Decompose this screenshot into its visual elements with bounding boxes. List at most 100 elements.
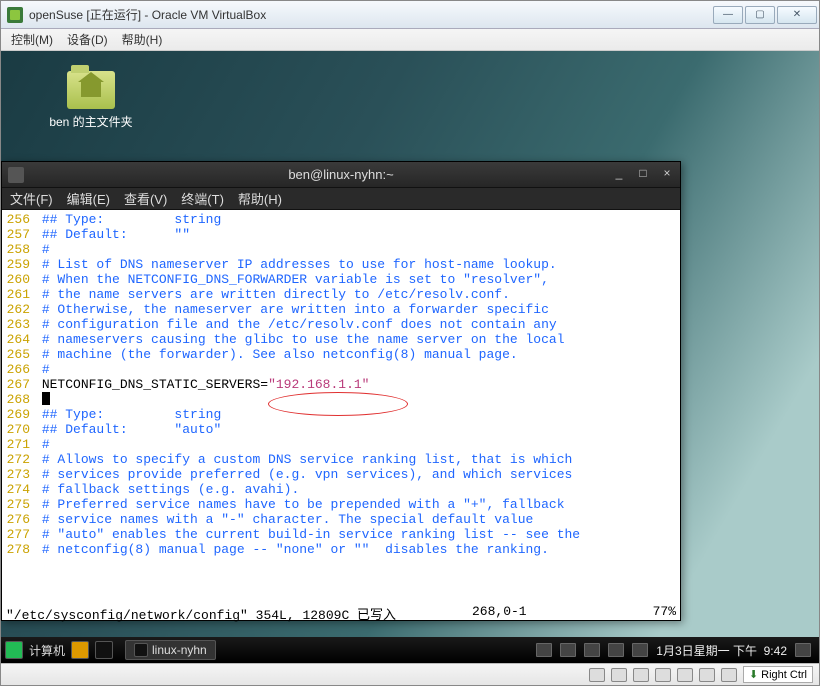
vm-guest-display[interactable]: ben 的主文件夹 ben@linux-nyhn:~ _ □ × 文件(F) 编… <box>1 51 819 663</box>
line-number: 262 <box>2 302 34 317</box>
code-line: 261 # the name servers are written direc… <box>2 287 680 302</box>
tray-icon-6[interactable] <box>795 643 811 657</box>
line-content <box>34 257 42 272</box>
line-content <box>34 347 42 362</box>
line-content <box>34 392 42 407</box>
vb-status-optical-icon[interactable] <box>611 668 627 682</box>
term-menu-file[interactable]: 文件(F) <box>10 189 53 208</box>
line-content <box>34 482 42 497</box>
code-line: 257 ## Default: "" <box>2 227 680 242</box>
windows-titlebar[interactable]: openSuse [正在运行] - Oracle VM VirtualBox —… <box>1 1 819 29</box>
panel-clock[interactable]: 1月3日星期一 下午 9:42 <box>656 642 787 659</box>
comment-text: # services provide preferred (e.g. vpn s… <box>42 467 573 482</box>
line-number: 277 <box>2 527 34 542</box>
panel-launcher-1-icon[interactable] <box>71 641 89 659</box>
term-menu-help[interactable]: 帮助(H) <box>238 189 282 208</box>
start-menu-icon[interactable] <box>5 641 23 659</box>
terminal-maximize-button[interactable]: □ <box>634 166 652 182</box>
window-controls: — ▢ ✕ <box>713 6 817 24</box>
terminal-menubar: 文件(F) 编辑(E) 查看(V) 终端(T) 帮助(H) <box>2 188 680 210</box>
vb-status-mouse-icon[interactable] <box>721 668 737 682</box>
text-cursor <box>42 392 50 405</box>
line-number: 264 <box>2 332 34 347</box>
terminal-window-controls: _ □ × <box>610 166 676 182</box>
comment-text: # "auto" enables the current build-in se… <box>42 527 580 542</box>
terminal-title: ben@linux-nyhn:~ <box>288 167 393 182</box>
terminal-minimize-button[interactable]: _ <box>610 166 628 182</box>
code-line: 272 # Allows to specify a custom DNS ser… <box>2 452 680 467</box>
line-number: 273 <box>2 467 34 482</box>
vb-status-network-icon[interactable] <box>633 668 649 682</box>
vim-status-mid: 268,0-1 <box>472 604 527 619</box>
tray-icon-3[interactable] <box>584 643 600 657</box>
line-content <box>34 377 42 392</box>
tray-icon-2[interactable] <box>560 643 576 657</box>
line-content <box>34 452 42 467</box>
comment-text: # List of DNS nameserver IP addresses to… <box>42 257 557 272</box>
line-content <box>34 287 42 302</box>
term-menu-view[interactable]: 查看(V) <box>124 189 167 208</box>
line-content <box>34 272 42 287</box>
line-content <box>34 227 42 242</box>
terminal-titlebar[interactable]: ben@linux-nyhn:~ _ □ × <box>2 162 680 188</box>
term-menu-terminal[interactable]: 终端(T) <box>181 189 224 208</box>
panel-right: 1月3日星期一 下午 9:42 <box>536 642 819 659</box>
line-content <box>34 362 42 377</box>
comment-text: # fallback settings (e.g. avahi). <box>42 482 299 497</box>
line-number: 265 <box>2 347 34 362</box>
window-title-text: openSuse [正在运行] - Oracle VM VirtualBox <box>29 6 266 23</box>
line-content <box>34 512 42 527</box>
taskbar-item-terminal[interactable]: linux-nyhn <box>125 640 216 660</box>
taskbar-item-label: linux-nyhn <box>152 643 207 657</box>
comment-text: ## Default: "" <box>42 227 190 242</box>
close-button[interactable]: ✕ <box>777 6 817 24</box>
line-content <box>34 302 42 317</box>
comment-text: # Allows to specify a custom DNS service… <box>42 452 573 467</box>
virtualbox-menubar: 控制(M) 设备(D) 帮助(H) <box>1 29 819 51</box>
tray-icon-5[interactable] <box>632 643 648 657</box>
start-menu-label[interactable]: 计算机 <box>29 642 65 659</box>
term-menu-edit[interactable]: 编辑(E) <box>67 189 110 208</box>
terminal-body[interactable]: 256 ## Type: string257 ## Default: ""258… <box>2 210 680 604</box>
line-content <box>34 467 42 482</box>
menu-devices[interactable]: 设备(D) <box>67 31 108 48</box>
code-line: 264 # nameservers causing the glibc to u… <box>2 332 680 347</box>
vb-status-hdd-icon[interactable] <box>589 668 605 682</box>
line-number: 261 <box>2 287 34 302</box>
code-line: 267 NETCONFIG_DNS_STATIC_SERVERS="192.16… <box>2 377 680 392</box>
line-number: 275 <box>2 497 34 512</box>
tray-icon-4[interactable] <box>608 643 624 657</box>
vb-status-shared-folders-icon[interactable] <box>677 668 693 682</box>
line-content <box>34 422 42 437</box>
tray-icon-1[interactable] <box>536 643 552 657</box>
folder-icon <box>67 71 115 109</box>
code-line: 258 # <box>2 242 680 257</box>
line-number: 260 <box>2 272 34 287</box>
code-line: 269 ## Type: string <box>2 407 680 422</box>
desktop-home-folder[interactable]: ben 的主文件夹 <box>41 71 141 130</box>
code-line: 263 # configuration file and the /etc/re… <box>2 317 680 332</box>
line-content <box>34 242 42 257</box>
menu-control[interactable]: 控制(M) <box>11 31 53 48</box>
comment-text: ## Type: string <box>42 407 221 422</box>
code-line: 273 # services provide preferred (e.g. v… <box>2 467 680 482</box>
terminal-window[interactable]: ben@linux-nyhn:~ _ □ × 文件(F) 编辑(E) 查看(V)… <box>1 161 681 621</box>
terminal-app-icon <box>8 167 24 183</box>
vb-hostkey-label: Right Ctrl <box>761 669 807 681</box>
panel-launcher-2-icon[interactable] <box>95 641 113 659</box>
code-line: 278 # netconfig(8) manual page -- "none"… <box>2 542 680 557</box>
minimize-button[interactable]: — <box>713 6 743 24</box>
comment-text: ## Type: string <box>42 212 221 227</box>
comment-text: # <box>42 437 50 452</box>
windows-title: openSuse [正在运行] - Oracle VM VirtualBox <box>7 6 266 23</box>
line-number: 272 <box>2 452 34 467</box>
vb-hostkey-indicator[interactable]: ⬇ Right Ctrl <box>743 666 813 683</box>
maximize-button[interactable]: ▢ <box>745 6 775 24</box>
opensuse-taskbar[interactable]: 计算机 linux-nyhn 1月3日星期一 下午 9:42 <box>1 637 819 663</box>
vb-status-display-icon[interactable] <box>699 668 715 682</box>
vb-status-usb-icon[interactable] <box>655 668 671 682</box>
line-number: 268 <box>2 392 34 407</box>
terminal-close-button[interactable]: × <box>658 166 676 182</box>
line-number: 257 <box>2 227 34 242</box>
menu-help[interactable]: 帮助(H) <box>122 31 163 48</box>
